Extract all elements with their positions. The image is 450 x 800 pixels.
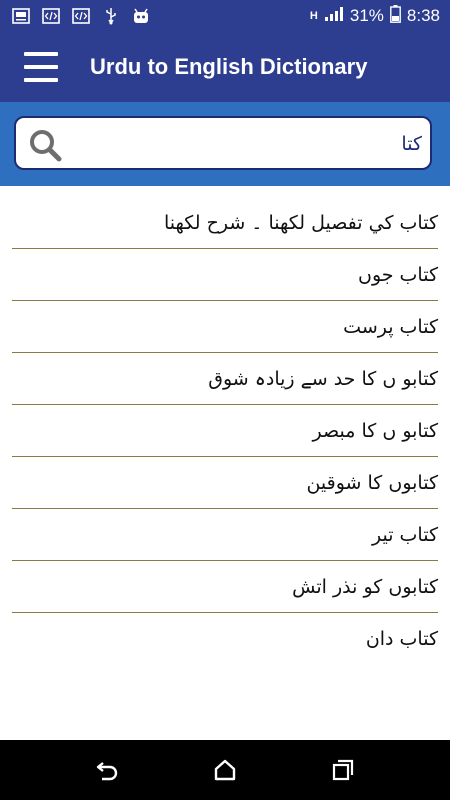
list-item[interactable]: کتابو ں کا مبصر xyxy=(12,405,438,457)
result-text: کتابوں کا شوقین xyxy=(306,471,438,494)
result-text: کتاب دان xyxy=(365,628,438,650)
status-bar: H 31% 8:38 xyxy=(0,0,450,32)
battery-percent: 31% xyxy=(349,6,384,25)
code-icon xyxy=(42,7,60,25)
hamburger-line xyxy=(24,65,58,69)
list-item[interactable]: کتاب پرست xyxy=(12,301,438,353)
list-item[interactable]: کتاب تیر xyxy=(12,509,438,561)
list-item[interactable]: کتاب کي تفصيل لکھنا ۔ شرح لکھنا xyxy=(12,197,438,249)
result-text: کتابو ں کا حد سے زیادہ شوق xyxy=(208,367,438,390)
hamburger-line xyxy=(24,78,58,82)
code-icon xyxy=(72,7,90,25)
result-text: کتاب پرست xyxy=(343,315,438,338)
search-box[interactable] xyxy=(14,116,432,170)
home-icon xyxy=(214,759,236,781)
battery-icon xyxy=(390,4,401,28)
network-type-icon: H xyxy=(309,10,318,22)
usb-icon xyxy=(102,7,120,25)
results-list: کتاب کي تفصيل لکھنا ۔ شرح لکھنا کتاب جوں… xyxy=(0,197,450,665)
image-icon xyxy=(12,7,30,25)
result-text: کتابوں کو نذر اتش xyxy=(292,575,438,598)
list-item[interactable]: کتابو ں کا حد سے زیادہ شوق xyxy=(12,353,438,405)
search-area xyxy=(0,102,450,186)
back-button[interactable] xyxy=(93,756,121,784)
menu-button[interactable] xyxy=(24,52,58,82)
result-text: کتابو ں کا مبصر xyxy=(312,419,438,442)
list-item[interactable]: کتاب جوں xyxy=(12,249,438,301)
list-item[interactable]: کتاب دان xyxy=(12,613,438,665)
system-indicators: H 31% 8:38 xyxy=(309,4,440,28)
navigation-bar xyxy=(0,740,450,800)
list-item[interactable]: کتابوں کا شوقین xyxy=(12,457,438,509)
home-button[interactable] xyxy=(211,756,239,784)
recents-button[interactable] xyxy=(329,756,357,784)
app-bar: Urdu to English Dictionary xyxy=(0,32,450,102)
signal-icon xyxy=(324,6,344,27)
clock: 8:38 xyxy=(406,6,440,25)
app-title: Urdu to English Dictionary xyxy=(90,54,368,79)
search-input[interactable] xyxy=(76,126,424,162)
result-text: کتاب کي تفصيل لکھنا ۔ شرح لکھنا xyxy=(164,211,438,234)
list-item[interactable]: کتابوں کو نذر اتش xyxy=(12,561,438,613)
back-icon xyxy=(96,762,118,781)
dictionary-screen: H 31% 8:38 Urdu to English Dictionary کت… xyxy=(0,0,450,800)
android-icon xyxy=(132,7,150,25)
recents-icon xyxy=(332,759,354,781)
search-icon[interactable] xyxy=(28,128,62,162)
result-text: کتاب جوں xyxy=(357,263,438,286)
notification-icons xyxy=(12,6,150,26)
result-text: کتاب تیر xyxy=(372,523,438,546)
hamburger-icon xyxy=(24,52,58,56)
